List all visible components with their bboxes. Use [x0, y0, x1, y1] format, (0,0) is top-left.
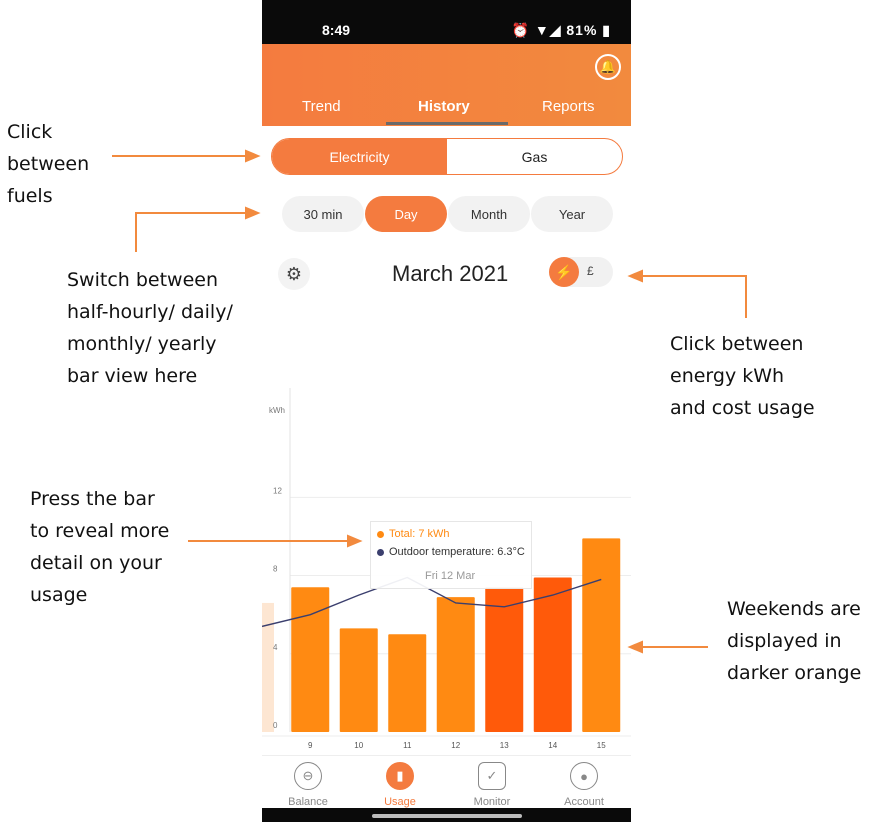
chart-bar — [485, 587, 524, 732]
chart-bar — [533, 577, 572, 732]
annotation-energy-cost: Click between energy kWh and cost usage — [670, 333, 815, 419]
balance-icon: ⊖ — [294, 762, 322, 790]
chart-bar — [582, 538, 621, 732]
chart-bar — [388, 634, 427, 732]
chart-bar — [339, 628, 378, 732]
tooltip-temperature: Outdoor temperature: 6.3°C — [377, 546, 525, 558]
tab-trend[interactable]: Trend — [302, 98, 341, 115]
tooltip-total: Total: 7 kWh — [377, 528, 450, 540]
annotation-bar: Press the bar to reveal more detail on y… — [30, 488, 170, 606]
cost-button[interactable]: £ — [587, 264, 594, 278]
bell-icon[interactable]: 🔔 — [595, 54, 621, 80]
chart-xtick-label: 14 — [548, 741, 557, 750]
chart-xtick-label: 9 — [308, 741, 313, 750]
phone-screen: 8:49 ⏰ ▼◢ 81% ▮ 🔔 Trend History Reports … — [262, 0, 631, 822]
bar-tooltip: Total: 7 kWh Outdoor temperature: 6.3°C … — [370, 521, 532, 589]
chart-xtick-label: 15 — [597, 741, 606, 750]
home-indicator[interactable] — [372, 814, 522, 818]
period-month-button[interactable]: Month — [448, 196, 530, 232]
chart-ylabel: kWh — [269, 406, 285, 415]
fuel-gas-button[interactable]: Gas — [447, 139, 622, 174]
period-day-button[interactable]: Day — [365, 196, 447, 232]
annotation-weekends: Weekends are displayed in darker orange — [727, 598, 862, 684]
tab-history[interactable]: History — [418, 98, 470, 115]
usage-icon: ▮ — [386, 762, 414, 790]
lightning-icon[interactable]: ⚡ — [549, 257, 579, 287]
chart-xtick-label: 11 — [403, 741, 412, 750]
month-label: March 2021 — [392, 261, 509, 286]
chart-xtick-label: 12 — [451, 741, 460, 750]
chart-xtick-label: 13 — [500, 741, 509, 750]
energy-cost-toggle: ⚡ £ — [549, 257, 613, 287]
fuel-toggle: Electricity Gas — [271, 138, 623, 175]
chart-bar-partial — [262, 602, 274, 732]
gear-icon[interactable]: ⚙ — [278, 258, 310, 290]
status-icons: ⏰ ▼◢ 81% ▮ — [511, 22, 611, 38]
arrow-energy-cost — [640, 275, 747, 318]
annotation-fuels: Click between fuels — [7, 121, 90, 207]
chart-bar — [436, 597, 475, 732]
arrow-energy-cost-head — [627, 269, 643, 283]
chart-ytick-label: 12 — [273, 486, 282, 495]
status-time: 8:49 — [322, 22, 351, 38]
account-icon: ● — [570, 762, 598, 790]
arrow-period — [135, 212, 248, 252]
fuel-electricity-button[interactable]: Electricity — [272, 139, 447, 174]
arrow-weekends-head — [627, 640, 643, 654]
chart-ytick-label: 4 — [273, 643, 278, 652]
status-bar: 8:49 ⏰ ▼◢ 81% ▮ — [262, 0, 631, 44]
annotation-period: Switch between half-hourly/ daily/ month… — [67, 269, 233, 387]
chart-ytick-label: 0 — [273, 721, 278, 730]
active-tab-indicator — [386, 122, 508, 125]
arrow-fuels-head — [245, 149, 261, 163]
shield-check-icon: ✓ — [478, 762, 506, 790]
chart-ytick-label: 8 — [273, 565, 278, 574]
app-header: 🔔 Trend History Reports — [262, 44, 631, 126]
tab-reports[interactable]: Reports — [542, 98, 595, 115]
chart-xtick-label: 10 — [354, 741, 363, 750]
tooltip-date: Fri 12 Mar — [425, 570, 476, 582]
arrow-period-head — [245, 206, 261, 220]
period-year-button[interactable]: Year — [531, 196, 613, 232]
period-30min-button[interactable]: 30 min — [282, 196, 364, 232]
